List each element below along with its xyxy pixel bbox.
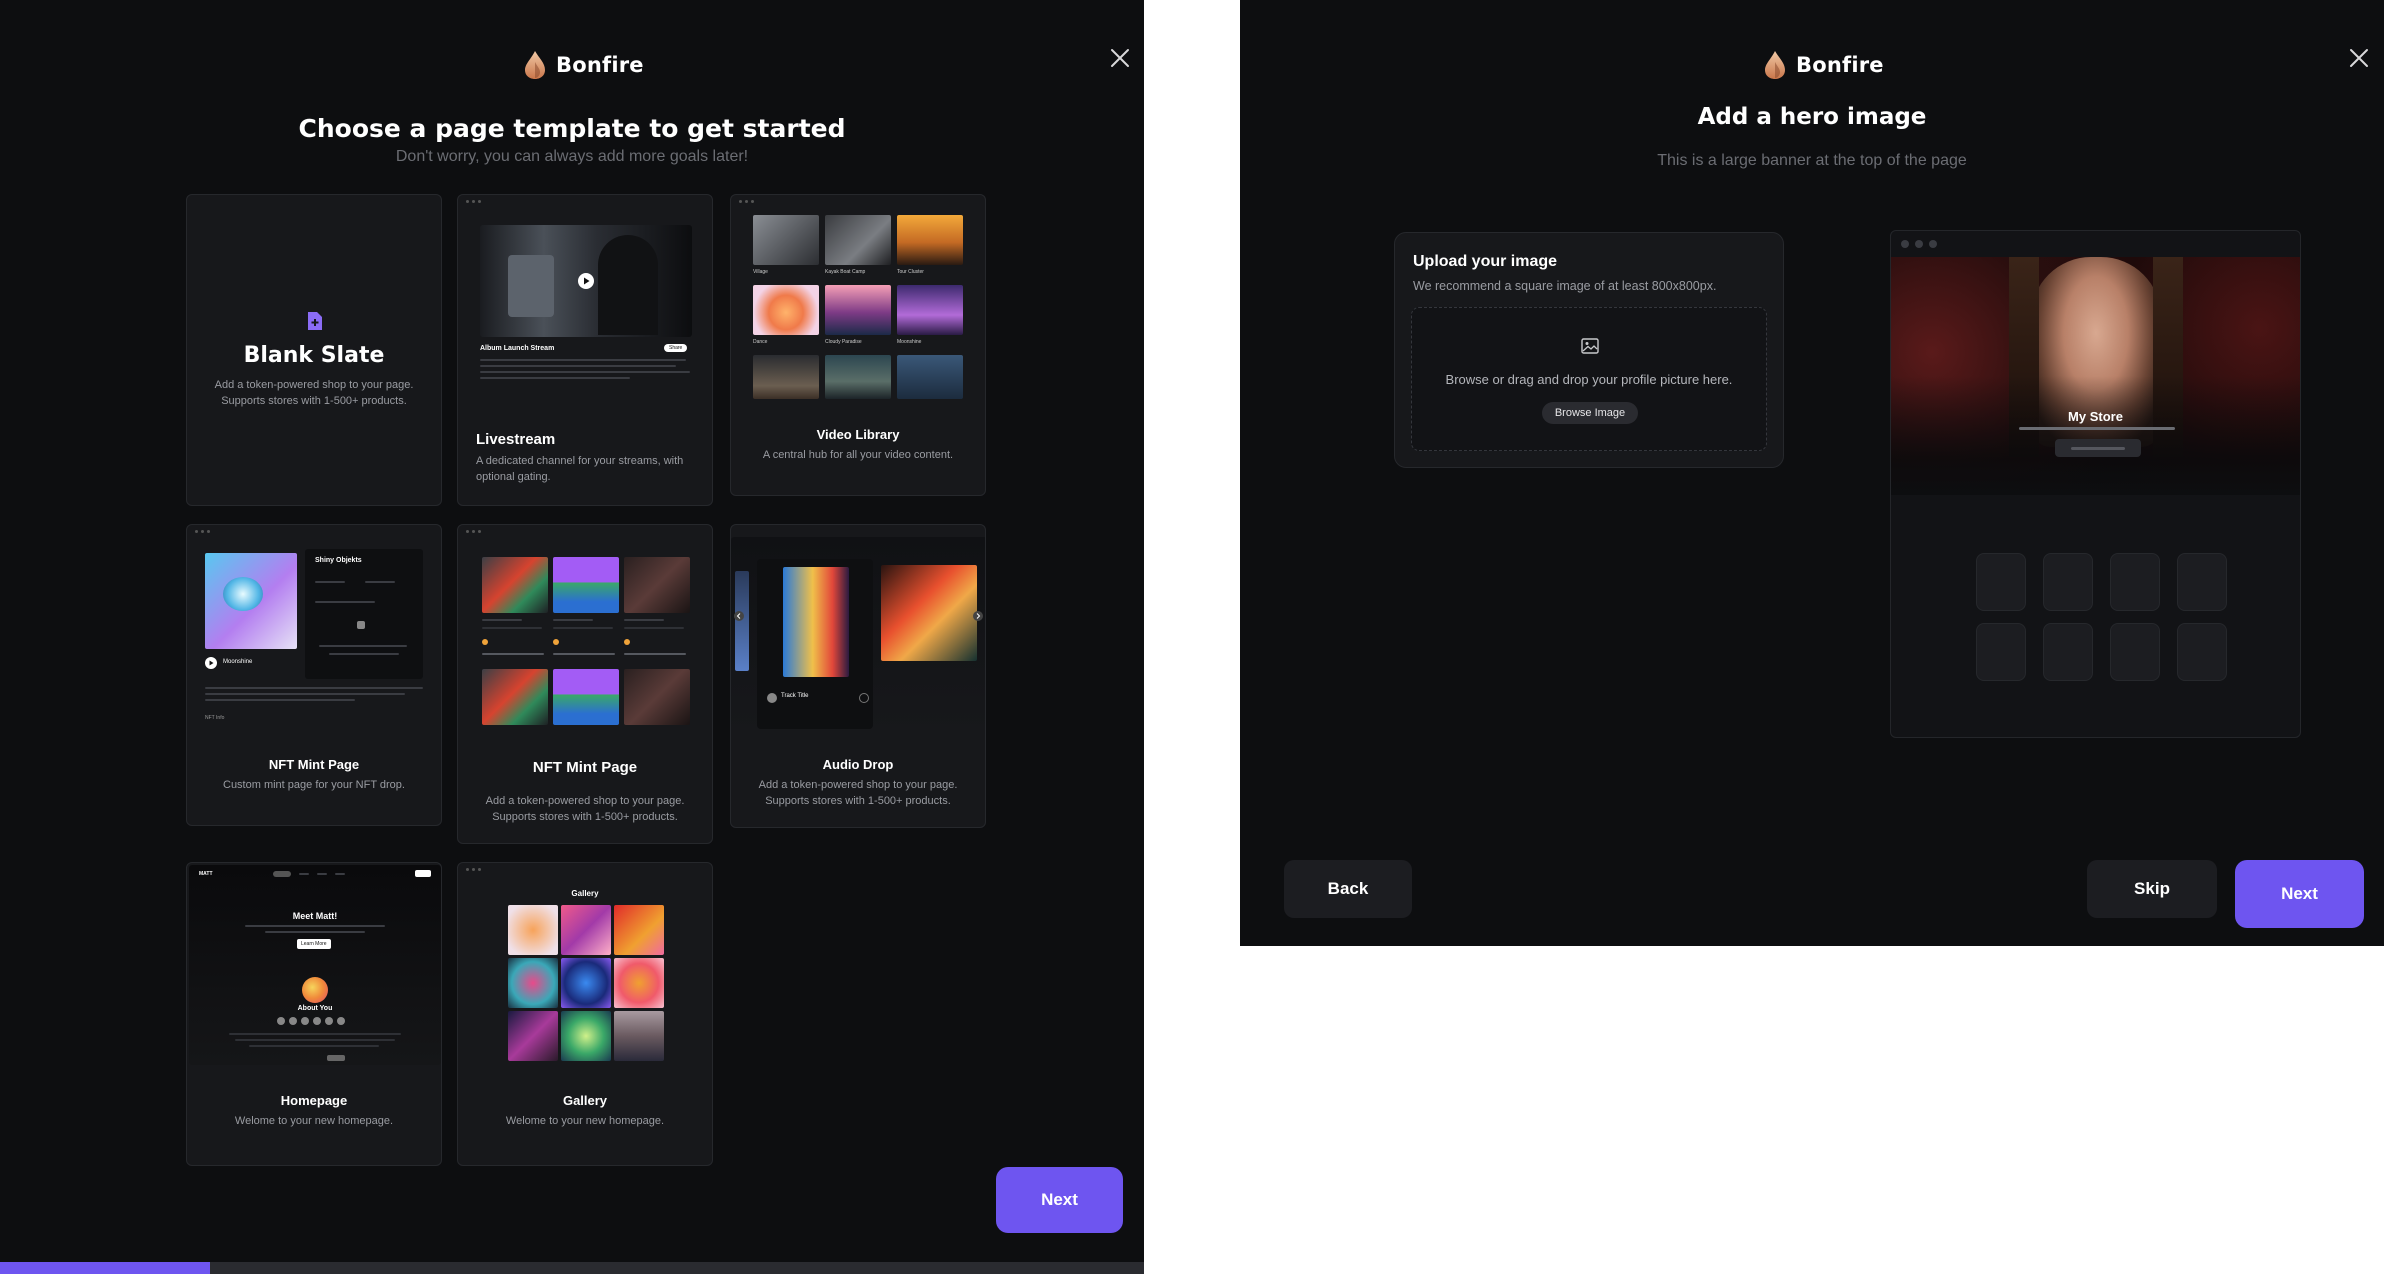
artist-name: Moonshine xyxy=(223,659,253,665)
next-button[interactable]: Next xyxy=(996,1167,1123,1233)
template-card-homepage[interactable]: MATT Meet Matt! Learn More About You Hom… xyxy=(186,862,442,1166)
image-icon xyxy=(1581,338,1599,354)
share-badge: Share xyxy=(664,344,688,352)
page-title: Add a hero image xyxy=(1697,104,1927,130)
brand-logo: Bonfire xyxy=(524,50,644,80)
template-card-audio-drop[interactable]: Track Title Audio Drop Add a token-power… xyxy=(730,524,986,828)
page-subtitle: This is a large banner at the top of the… xyxy=(1657,152,1967,169)
brand-name: Bonfire xyxy=(556,53,644,77)
track-title: Track Title xyxy=(781,693,809,699)
play-icon xyxy=(205,657,217,669)
video-label: Cloudy Paradise xyxy=(825,339,862,345)
template-title: Homepage xyxy=(280,1093,348,1108)
store-preview: My Store xyxy=(1890,230,2301,738)
play-icon xyxy=(578,273,594,289)
video-label: Kayak Boat Camp xyxy=(825,269,866,275)
nft-collection-name: Shiny Objekts xyxy=(315,557,362,564)
file-plus-icon xyxy=(308,312,322,330)
template-description: A central hub for all your video content… xyxy=(762,449,954,461)
progress-bar-fill xyxy=(0,1262,211,1274)
livestream-video-thumbnail xyxy=(480,225,692,337)
homepage-about: About You xyxy=(297,1005,333,1012)
template-card-blank-slate[interactable]: Blank Slate Add a token-powered shop to … xyxy=(186,194,442,506)
preview-store-name: My Store xyxy=(2068,409,2123,424)
window-dots xyxy=(195,530,210,533)
video-label: Village xyxy=(753,269,768,275)
window-dots xyxy=(466,868,481,871)
next-button[interactable]: Next xyxy=(2235,860,2364,928)
brand-name: Bonfire xyxy=(1796,53,1884,77)
template-title: NFT Mint Page xyxy=(532,759,638,776)
template-description: Add a token-powered shop to your page. S… xyxy=(758,779,958,807)
template-card-video-library[interactable]: Village Kayak Boat Camp Tour Cluster Dan… xyxy=(730,194,986,496)
bonfire-flame-icon xyxy=(1765,51,1785,79)
upload-title: Upload your image xyxy=(1413,253,1558,270)
template-card-livestream[interactable]: Album Launch Stream Share Livestream A d… xyxy=(457,194,713,506)
page-subtitle: Don't worry, you can always add more goa… xyxy=(395,148,749,165)
window-dots xyxy=(466,530,481,533)
brand-logo: Bonfire xyxy=(1764,50,1884,80)
skip-button[interactable]: Skip xyxy=(2087,860,2217,918)
template-title: Audio Drop xyxy=(822,757,894,772)
template-description: Custom mint page for your NFT drop. xyxy=(223,779,405,791)
video-label: Dance xyxy=(753,339,768,345)
homepage-logo: MATT xyxy=(199,871,213,877)
bonfire-flame-icon xyxy=(525,51,545,79)
template-description: Add a token-powered shop to your page. S… xyxy=(214,379,414,407)
window-dots xyxy=(1901,240,1937,248)
homepage-learn-more: Learn More xyxy=(297,939,331,949)
close-icon[interactable] xyxy=(1107,45,1133,71)
template-description: A dedicated channel for your streams, wi… xyxy=(476,455,684,483)
gallery-heading: Gallery xyxy=(571,889,599,898)
template-title: Gallery xyxy=(562,1093,608,1108)
template-title: Livestream xyxy=(476,431,556,448)
browse-image-button[interactable]: Browse Image xyxy=(1542,402,1638,424)
template-title: Blank Slate xyxy=(243,343,385,368)
upload-subtitle: We recommend a square image of at least … xyxy=(1413,279,1717,293)
stream-caption: Album Launch Stream xyxy=(480,345,555,352)
video-label: Moonshine xyxy=(897,339,922,345)
video-label: Tour Cluster xyxy=(897,269,924,275)
template-card-nft-mint-page[interactable]: Shiny Objekts Moonshine NFT Info NFT Min… xyxy=(186,524,442,826)
template-picker-panel: Bonfire Choose a page template to get st… xyxy=(0,0,1144,1274)
template-description: Add a token-powered shop to your page. S… xyxy=(485,795,685,823)
progress-bar xyxy=(0,1262,1144,1274)
back-button[interactable]: Back xyxy=(1284,860,1412,918)
homepage-hero-title: Meet Matt! xyxy=(292,911,338,921)
template-card-nft-mint-page-shop[interactable]: NFT Mint Page Add a token-powered shop t… xyxy=(457,524,713,844)
hero-image-preview: My Store xyxy=(1891,257,2300,495)
template-title: NFT Mint Page xyxy=(268,757,360,772)
nft-info-label: NFT Info xyxy=(205,715,225,721)
carousel-prev-icon xyxy=(734,611,744,621)
upload-image-card: Upload your image We recommend a square … xyxy=(1394,232,1784,468)
window-dots xyxy=(739,200,754,203)
hero-image-panel: Bonfire Add a hero image This is a large… xyxy=(1240,0,2384,946)
carousel-next-icon xyxy=(973,611,983,621)
image-dropzone[interactable]: Browse or drag and drop your profile pic… xyxy=(1411,307,1767,451)
template-title: Video Library xyxy=(816,427,900,442)
template-description: Welome to your new homepage. xyxy=(505,1115,665,1127)
dropzone-text: Browse or drag and drop your profile pic… xyxy=(1445,372,1733,387)
template-description: Welome to your new homepage. xyxy=(234,1115,394,1127)
template-card-gallery[interactable]: Gallery Gallery Welome to your new homep… xyxy=(457,862,713,1166)
close-icon[interactable] xyxy=(2346,45,2372,71)
window-dots xyxy=(466,200,481,203)
page-title: Choose a page template to get started xyxy=(298,114,846,143)
